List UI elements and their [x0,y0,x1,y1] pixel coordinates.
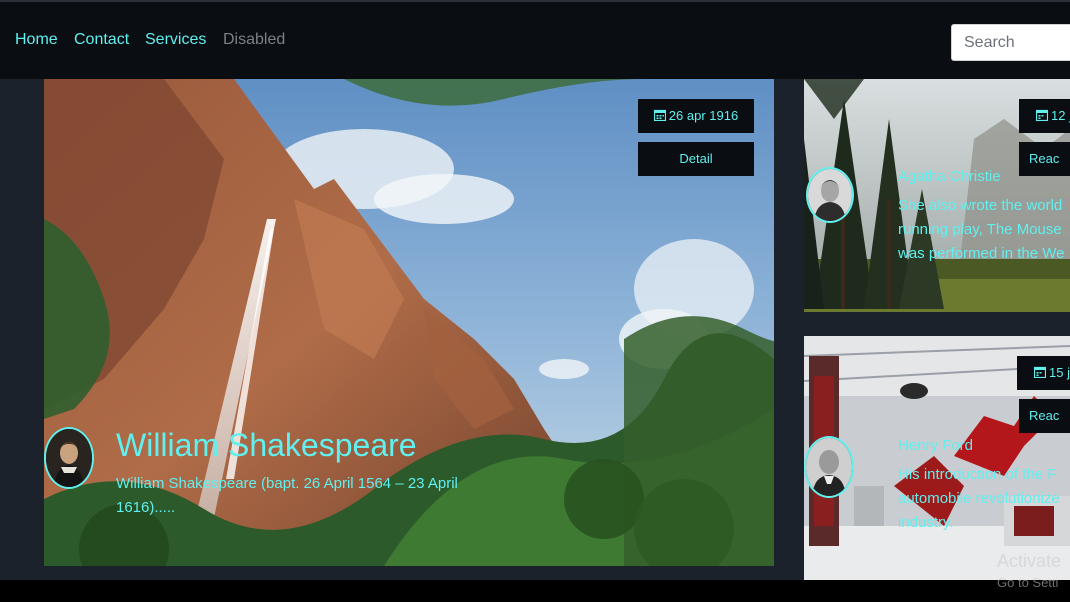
featured-excerpt-line-1: William Shakespeare (bapt. 26 April 1564… [116,475,458,492]
henry-line-3: industry. [898,514,954,531]
side-card-agatha: 12 j Reac Agatha Christie She also wrote… [804,79,1070,312]
henry-read-button[interactable]: Reac [1019,399,1070,433]
navbar: Home Contact Services Disabled [0,2,1070,79]
henry-line-2: automobile revolutionize [898,490,1060,507]
nav-disabled-link: Disabled [223,31,286,48]
agatha-date-badge: 12 j [1019,99,1070,133]
henry-date: 15 j [1049,365,1070,380]
henry-line-1: His introduction of the F [898,466,1057,483]
featured-excerpt-line-2: 1616)..... [116,499,176,516]
agatha-line-3: was performed in the We [898,245,1065,262]
featured-card: 26 apr 1916 Detail William Shakespeare W… [44,79,774,566]
agatha-avatar [806,167,854,223]
henry-avatar [804,436,854,498]
agatha-date: 12 j [1051,108,1070,123]
activate-watermark-subtitle: Go to Setti [997,575,1059,590]
calendar-icon [1033,357,1047,391]
calendar-icon [653,100,666,134]
agatha-read-button[interactable]: Reac [1019,142,1070,176]
nav-home-link[interactable]: Home [15,31,58,49]
featured-title: William Shakespeare [116,427,417,463]
shakespeare-avatar [44,427,94,489]
nav-contact-link[interactable]: Contact [74,31,129,49]
search-input[interactable] [951,24,1070,61]
henry-name: Henry Ford [898,437,974,454]
nav-services-link[interactable]: Services [145,31,206,49]
side-card-henry: 15 j Reac Henry Ford His introduction of… [804,336,1070,580]
agatha-name: Agatha Christie [898,168,1001,185]
bottom-bar [0,580,1070,602]
activate-watermark-title: Activate [997,551,1062,571]
calendar-icon [1035,100,1049,134]
agatha-line-2: running play, The Mouse [898,221,1062,238]
agatha-line-1: She also wrote the world [898,197,1063,214]
henry-date-badge: 15 j [1017,356,1070,390]
featured-date-badge: 26 apr 1916 [638,99,754,133]
detail-button[interactable]: Detail [638,142,754,176]
featured-date: 26 apr 1916 [668,108,739,123]
